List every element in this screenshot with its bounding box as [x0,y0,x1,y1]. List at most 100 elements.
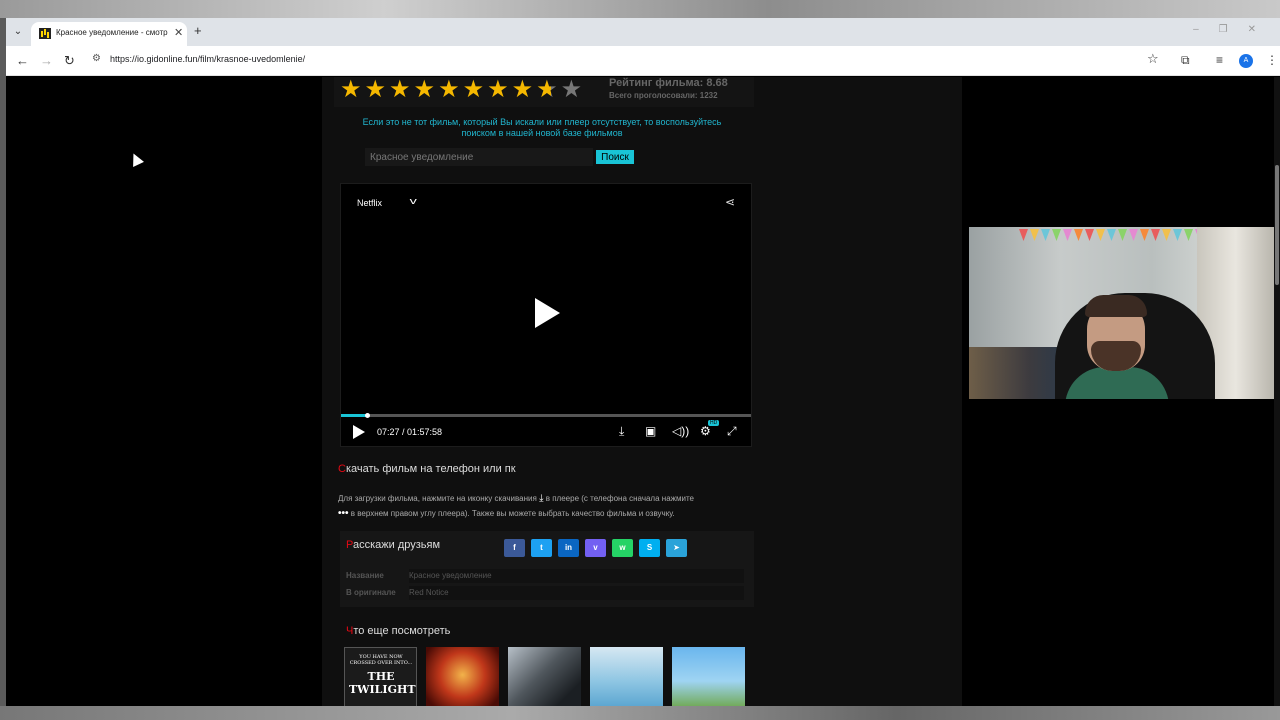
share-panel: Расскажи друзьям f t in v w S ➤ Название Красн… [340,531,754,607]
person-hair [1085,295,1147,317]
download-icon[interactable]: ⤓ [619,424,624,439]
star-icon[interactable]: ★ [365,77,387,103]
progress-handle[interactable] [364,413,370,418]
recommendation-poster[interactable] [426,647,499,706]
mouse-cursor-icon [128,151,144,167]
star-icon[interactable]: ★ [438,77,460,103]
heading-text: качать фильм на телефон или пк [345,463,516,475]
plus-icon[interactable]: + [194,23,202,38]
search-notice: Если это не тот фильм, который Вы искали… [332,117,752,139]
rating-stars[interactable]: ★ ★ ★ ★ ★ ★ ★ ★ ★ ★ [340,77,582,103]
recommendation-poster[interactable] [672,647,745,706]
recommendations-row: YOU HAVE NOW CROSSED OVER INTO... THE TW… [344,647,745,706]
recommendation-poster[interactable] [590,647,663,706]
desktop-background-bottom [0,706,1280,720]
info-label: Название [346,571,384,580]
telegram-icon[interactable]: ➤ [666,539,687,557]
volume-icon[interactable]: ◁)) [672,424,689,438]
heading-initial: С [338,463,346,475]
poster-tagline: YOU HAVE NOW CROSSED OVER INTO... [349,654,413,666]
poster-title: THE TWILIGHT [349,670,416,696]
back-arrow-icon[interactable]: ← [16,53,29,68]
rating-label: Рейтинг фильма: 8.68 [609,77,728,89]
garland-flag [1019,229,1028,241]
garland-flag [1063,229,1072,241]
star-icon[interactable]: ★ [512,77,534,103]
close-icon[interactable]: ✕ [174,26,183,39]
facebook-icon[interactable]: f [504,539,525,557]
notice-line: Если это не тот фильм, который Вы искали… [362,117,722,127]
garland-flag [1041,229,1050,241]
settings-gear-icon[interactable]: ⚙ [700,424,711,438]
notice-line: поиском в нашей новой базе фильмов [461,128,623,138]
star-icon[interactable]: ★ [536,77,558,103]
progress-fill [341,414,367,417]
skype-icon[interactable]: S [639,539,660,557]
star-icon[interactable]: ★ [561,77,583,103]
video-player[interactable]: Netflix v ⋖ 07:27 / 01:57:58 ⤓ ▣ ◁)) ⚙ H… [340,183,752,447]
download-instructions: Для загрузки фильма, нажмите на иконку с… [338,491,758,521]
garland-decoration [1019,229,1219,243]
site-info-icon[interactable]: ⚙ [92,53,101,64]
search-input[interactable] [365,148,593,166]
browser-toolbar: ← → ↻ ⚙ https://io.gidonline.fun/film/kr… [6,46,1280,76]
garland-flag [1074,229,1083,241]
profile-avatar[interactable]: A [1239,54,1253,68]
garland-flag [1173,229,1182,241]
extensions-icon[interactable]: ⧉ [1181,53,1190,68]
instructions-text: Для загрузки фильма, нажмите на иконку с… [338,494,537,503]
page-scrollbar[interactable] [1274,77,1280,706]
garland-flag [1162,229,1171,241]
linkedin-icon[interactable]: in [558,539,579,557]
star-icon[interactable]: ★ [389,77,411,103]
star-icon[interactable]: ★ [340,77,362,103]
timecode: 07:27 / 01:57:58 [377,427,443,437]
more-menu-icon[interactable]: ⋮ [1266,53,1278,67]
info-value: Красное уведомление [409,569,744,583]
info-row-title: Название Красное уведомление [346,569,746,583]
site-favicon-icon [39,28,51,39]
scrollbar-thumb[interactable] [1275,165,1279,285]
recommendation-poster[interactable] [508,647,581,706]
chevron-down-icon[interactable]: v [410,196,417,206]
search-button[interactable]: Поиск [596,150,634,164]
tab-search-icon[interactable]: ⌄ [10,24,26,40]
provider-select[interactable]: Netflix [357,198,382,208]
share-icon[interactable]: ⋖ [725,195,735,209]
desktop-background [0,0,1280,18]
info-label: В оригинале [346,588,396,597]
webcam-overlay [969,227,1274,399]
garland-flag [1030,229,1039,241]
garland-flag [1140,229,1149,241]
star-icon[interactable]: ★ [414,77,436,103]
media-controls-icon[interactable]: ≡ [1216,53,1223,67]
recommendations-heading: Что еще посмотреть [346,625,450,637]
url-text[interactable]: https://io.gidonline.fun/film/krasnoe-uv… [110,54,305,64]
fullscreen-icon[interactable]: ⤢ [727,424,737,439]
twitter-icon[interactable]: t [531,539,552,557]
whatsapp-icon[interactable]: w [612,539,633,557]
play-icon[interactable] [535,298,560,328]
sofa [969,347,1069,399]
star-icon[interactable]: ★ [487,77,509,103]
forward-arrow-icon[interactable]: → [40,53,53,68]
instructions-text: в плеере (с телефона сначала нажмите [545,494,694,503]
garland-flag [1129,229,1138,241]
address-bar[interactable]: ⚙ https://io.gidonline.fun/film/krasnoe-… [86,49,1176,71]
info-row-original: В оригинале Red Notice [346,586,746,600]
reload-icon[interactable]: ↻ [64,53,75,69]
play-pause-icon[interactable] [353,425,365,439]
window-controls[interactable]: –❐✕ [1193,24,1276,35]
bookmark-star-icon[interactable]: ☆ [1147,51,1159,67]
garland-flag [1118,229,1127,241]
picture-in-picture-icon[interactable]: ▣ [645,424,656,438]
star-icon[interactable]: ★ [463,77,485,103]
recommendation-poster[interactable]: YOU HAVE NOW CROSSED OVER INTO... THE TW… [344,647,417,706]
active-tab[interactable]: Красное уведомление - смотр ✕ [31,22,187,46]
share-heading: Расскажи друзьям [346,539,440,551]
progress-bar[interactable] [341,413,751,418]
garland-flag [1096,229,1105,241]
viber-icon[interactable]: v [585,539,606,557]
content-column: ★ ★ ★ ★ ★ ★ ★ ★ ★ ★ Рейтинг фильма: 8.68 Всего пр… [322,77,962,706]
garland-flag [1085,229,1094,241]
